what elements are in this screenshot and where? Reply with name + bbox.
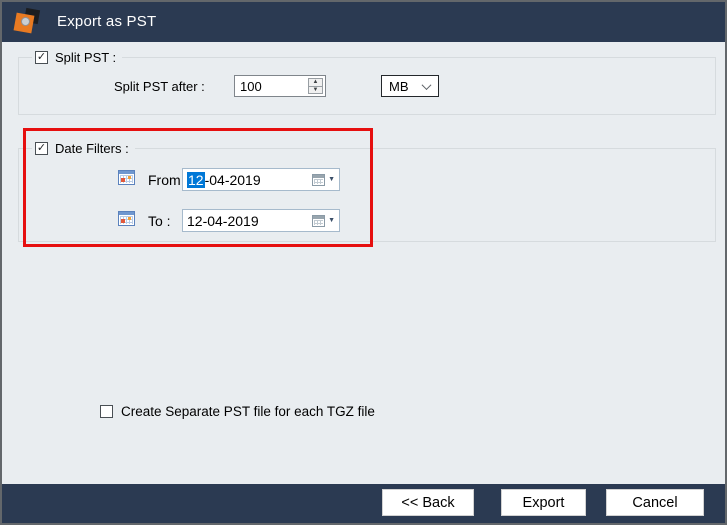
separate-pst-checkbox-label[interactable]: Create Separate PST file for each TGZ fi… bbox=[121, 404, 375, 419]
split-size-input[interactable] bbox=[235, 76, 305, 96]
app-logo-icon bbox=[13, 7, 41, 35]
split-pst-checkbox-label[interactable]: Split PST : bbox=[55, 50, 116, 65]
footer-bar: << Back Export Cancel bbox=[0, 484, 727, 525]
export-button[interactable]: Export bbox=[501, 489, 586, 516]
separate-pst-checkbox[interactable] bbox=[100, 405, 113, 418]
spinner-down-button[interactable]: ▼ bbox=[309, 87, 322, 94]
split-size-spinbox: ▲ ▼ bbox=[234, 75, 326, 97]
window-title: Export as PST bbox=[57, 12, 157, 30]
split-size-spinner: ▲ ▼ bbox=[308, 78, 323, 94]
logo-core-dot bbox=[21, 17, 30, 26]
split-pst-legend: ✓ Split PST : bbox=[32, 49, 123, 66]
cancel-button[interactable]: Cancel bbox=[606, 489, 704, 516]
size-unit-value: MB bbox=[389, 78, 409, 94]
split-pst-checkbox[interactable]: ✓ bbox=[35, 51, 48, 64]
split-pst-groupbox: ✓ Split PST : Split PST after : ▲ ▼ MB bbox=[18, 49, 716, 115]
back-button[interactable]: << Back bbox=[382, 489, 474, 516]
chevron-down-icon bbox=[421, 79, 432, 90]
export-as-pst-dialog: Export as PST ✓ Split PST : Split PST af… bbox=[0, 0, 727, 525]
highlight-rectangle bbox=[23, 128, 373, 247]
size-unit-select[interactable]: MB bbox=[381, 75, 439, 97]
split-pst-after-label: Split PST after : bbox=[114, 79, 205, 94]
separate-pst-option-row: Create Separate PST file for each TGZ fi… bbox=[100, 404, 375, 419]
title-bar: Export as PST bbox=[0, 0, 727, 42]
spinner-up-button[interactable]: ▲ bbox=[309, 79, 322, 87]
